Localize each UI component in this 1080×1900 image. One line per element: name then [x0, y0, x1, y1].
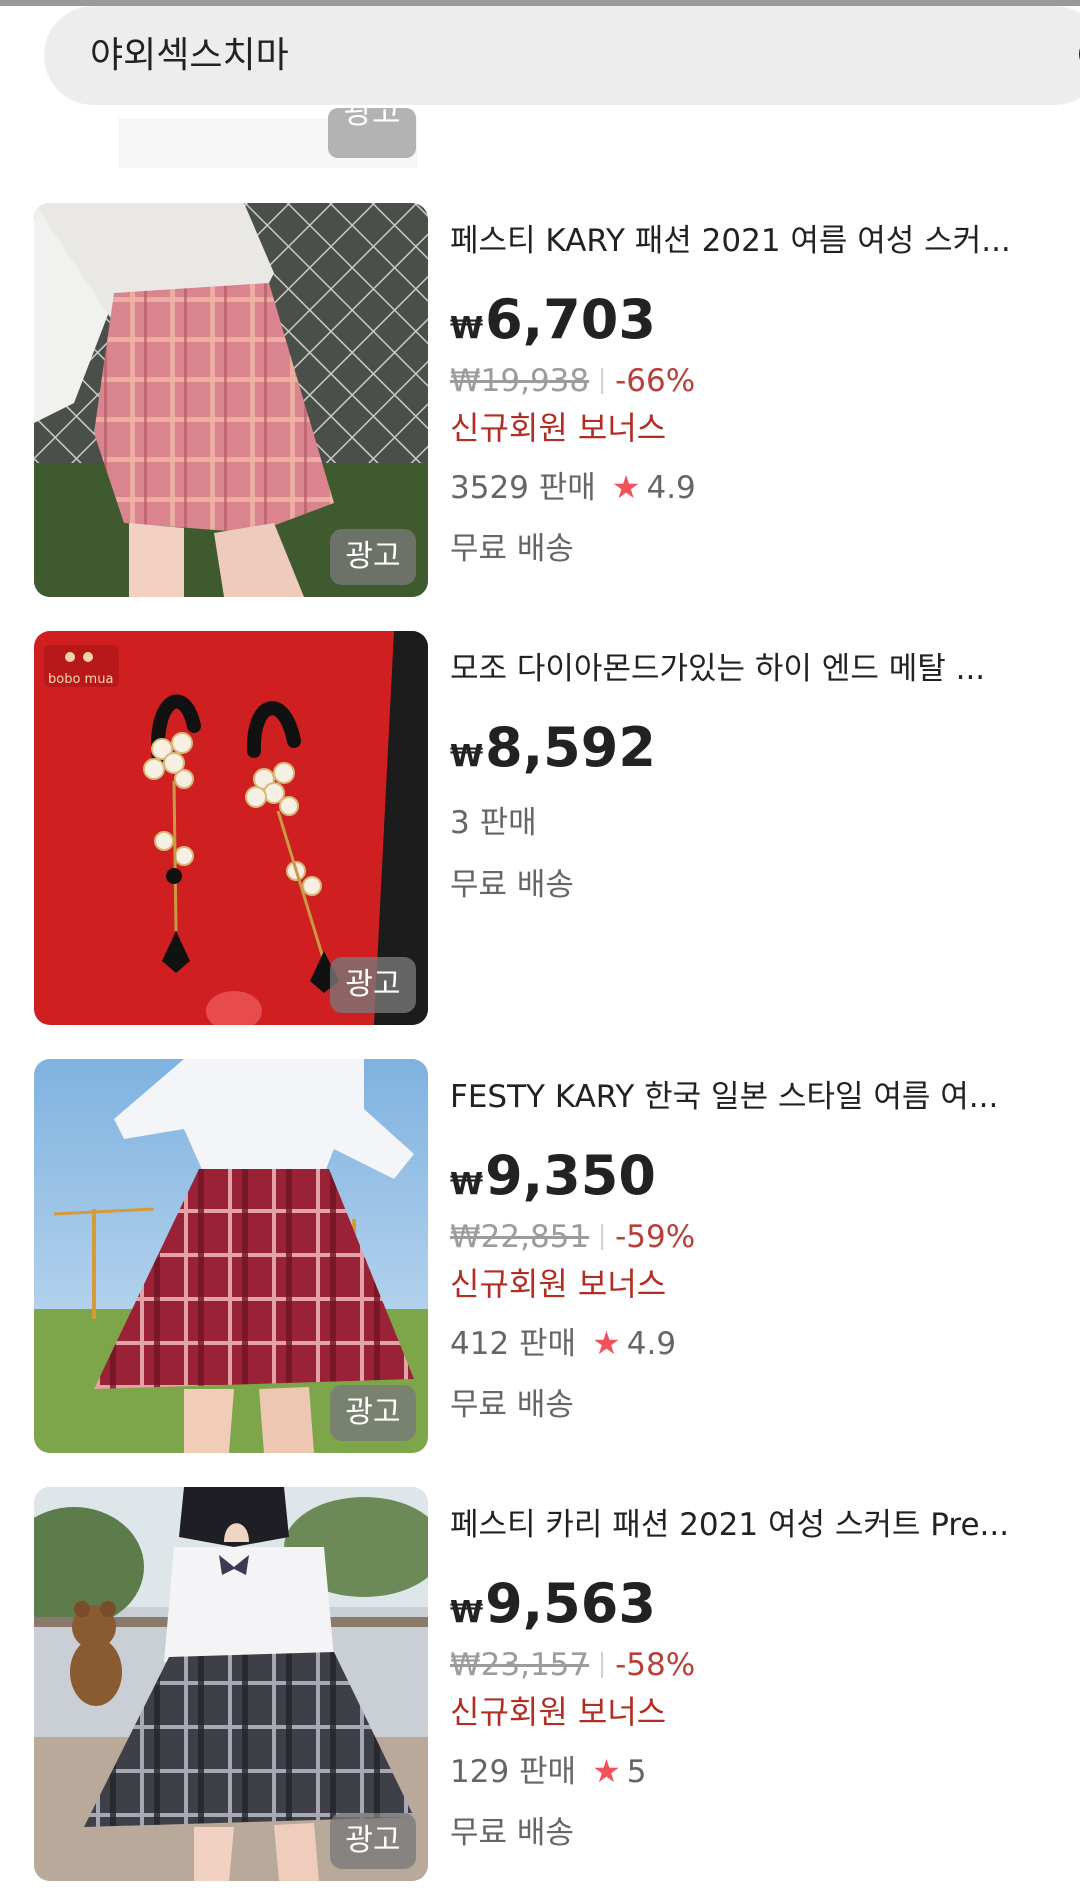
product-title[interactable]: 페스티 카리 패션 2021 여성 스커트 Pre... [450, 1505, 1050, 1545]
rating: 4.9 [626, 1326, 677, 1362]
original-price-row: ₩23,157 -58% [450, 1645, 695, 1685]
discount-label: -58% [615, 1647, 696, 1683]
rating: 5 [626, 1754, 647, 1790]
original-price: ₩19,938 [450, 363, 590, 399]
new-member-bonus: 신규회원 보너스 [450, 1693, 667, 1731]
search-bar[interactable]: 야외섹스치마 [44, 6, 1080, 105]
brand-logo-text: bobo mua [48, 672, 113, 687]
sold-count: 3 판매 [450, 805, 537, 841]
original-price: ₩23,157 [450, 1647, 590, 1683]
ad-badge: 광고 [330, 957, 416, 1013]
star-icon: ★ [592, 1324, 621, 1362]
free-shipping: 무료 배송 [450, 1815, 574, 1851]
product-card[interactable]: 광고 페스티 카리 패션 2021 여성 스커트 Pre... ₩9,563 ₩… [34, 1487, 1080, 1881]
product-title[interactable]: 모조 다이아몬드가있는 하이 엔드 메탈 ... [450, 649, 1050, 689]
sold-count: 412 판매 [450, 1326, 577, 1362]
product-card[interactable]: 광고 FESTY KARY 한국 일본 스타일 여름 여... ₩9,350 ₩… [34, 1059, 1080, 1453]
star-icon: ★ [611, 468, 641, 506]
new-member-bonus: 신규회원 보너스 [450, 1265, 667, 1303]
sales-row: 3 판매 [450, 803, 537, 843]
product-price: ₩8,592 [450, 716, 656, 779]
sold-count: 129 판매 [450, 1754, 577, 1790]
product-card[interactable]: bobo mua 광고 모조 다이아몬드가있는 하이 엔드 메탈 ... ₩8,… [34, 631, 1080, 1025]
discount-label: -66% [615, 363, 696, 399]
product-card[interactable]: 광고 페스티 KARY 패션 2021 여름 여성 스커... ₩6,703 ₩… [34, 203, 1080, 597]
product-title[interactable]: FESTY KARY 한국 일본 스타일 여름 여... [450, 1077, 1050, 1117]
previous-ad-badge: 광고 [328, 108, 416, 158]
free-shipping: 무료 배송 [450, 1387, 574, 1423]
rating: 4.9 [646, 470, 696, 506]
original-price-row: ₩19,938 -66% [450, 361, 695, 401]
product-price: ₩9,563 [450, 1572, 656, 1635]
new-member-bonus: 신규회원 보너스 [450, 409, 667, 447]
original-price-row: ₩22,851 -59% [450, 1217, 695, 1257]
free-shipping: 무료 배송 [450, 531, 574, 567]
sales-rating-row: 412 판매 ★ 4.9 [450, 1323, 676, 1364]
original-price: ₩22,851 [450, 1219, 590, 1255]
product-image-jewelry[interactable]: bobo mua 광고 [34, 631, 428, 1025]
search-icon[interactable] [1076, 34, 1080, 82]
product-price: ₩6,703 [450, 288, 656, 351]
ad-badge: 광고 [330, 529, 416, 585]
free-shipping: 무료 배송 [450, 867, 574, 903]
sales-rating-row: 129 판매 ★ 5 [450, 1751, 647, 1792]
product-price: ₩9,350 [450, 1144, 656, 1207]
sales-rating-row: 3529 판매 ★ 4.9 [450, 467, 696, 508]
sold-count: 3529 판매 [450, 470, 596, 506]
star-icon: ★ [592, 1752, 621, 1790]
product-image-pink-skirt[interactable]: 광고 [34, 203, 428, 597]
ad-badge: 광고 [330, 1813, 416, 1869]
search-input[interactable]: 야외섹스치마 [90, 34, 289, 78]
product-image-red-skirt[interactable]: 광고 [34, 1059, 428, 1453]
discount-label: -59% [615, 1219, 696, 1255]
ad-badge: 광고 [330, 1385, 416, 1441]
product-title[interactable]: 페스티 KARY 패션 2021 여름 여성 스커... [450, 221, 1050, 261]
product-image-gray-skirt[interactable]: 광고 [34, 1487, 428, 1881]
